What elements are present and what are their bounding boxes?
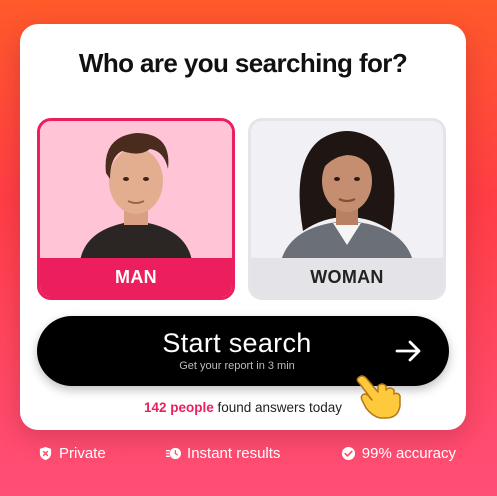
option-woman-label: WOMAN — [251, 258, 443, 297]
start-search-label: Start search — [162, 328, 312, 358]
shield-icon — [39, 446, 52, 460]
social-proof-text: found answers today — [213, 400, 343, 415]
feature-accuracy-label: 99% accuracy — [361, 444, 456, 462]
features-bar: Private Instant results 99% accuracy — [20, 432, 474, 474]
feature-accuracy: 99% accuracy — [341, 445, 456, 462]
woman-portrait — [251, 121, 443, 261]
check-circle-icon — [341, 446, 355, 460]
feature-instant-results: Instant results — [166, 445, 280, 462]
feature-private-label: Private — [59, 444, 106, 462]
feature-instant-results-label: Instant results — [187, 444, 281, 462]
option-woman[interactable]: WOMAN — [248, 118, 446, 300]
option-man-label: MAN — [40, 258, 232, 297]
lightning-clock-icon — [166, 447, 182, 459]
pointing-hand-icon — [356, 375, 401, 419]
social-proof-count: 142 people — [143, 400, 214, 415]
arrow-right-icon — [395, 340, 421, 362]
page-title: Who are you searching for? — [78, 48, 408, 78]
feature-private: Private — [38, 445, 106, 462]
option-man[interactable]: MAN — [37, 118, 235, 300]
search-card: Who are you searching for? MAN WOMAN Sta… — [20, 24, 466, 430]
man-portrait — [40, 121, 232, 261]
